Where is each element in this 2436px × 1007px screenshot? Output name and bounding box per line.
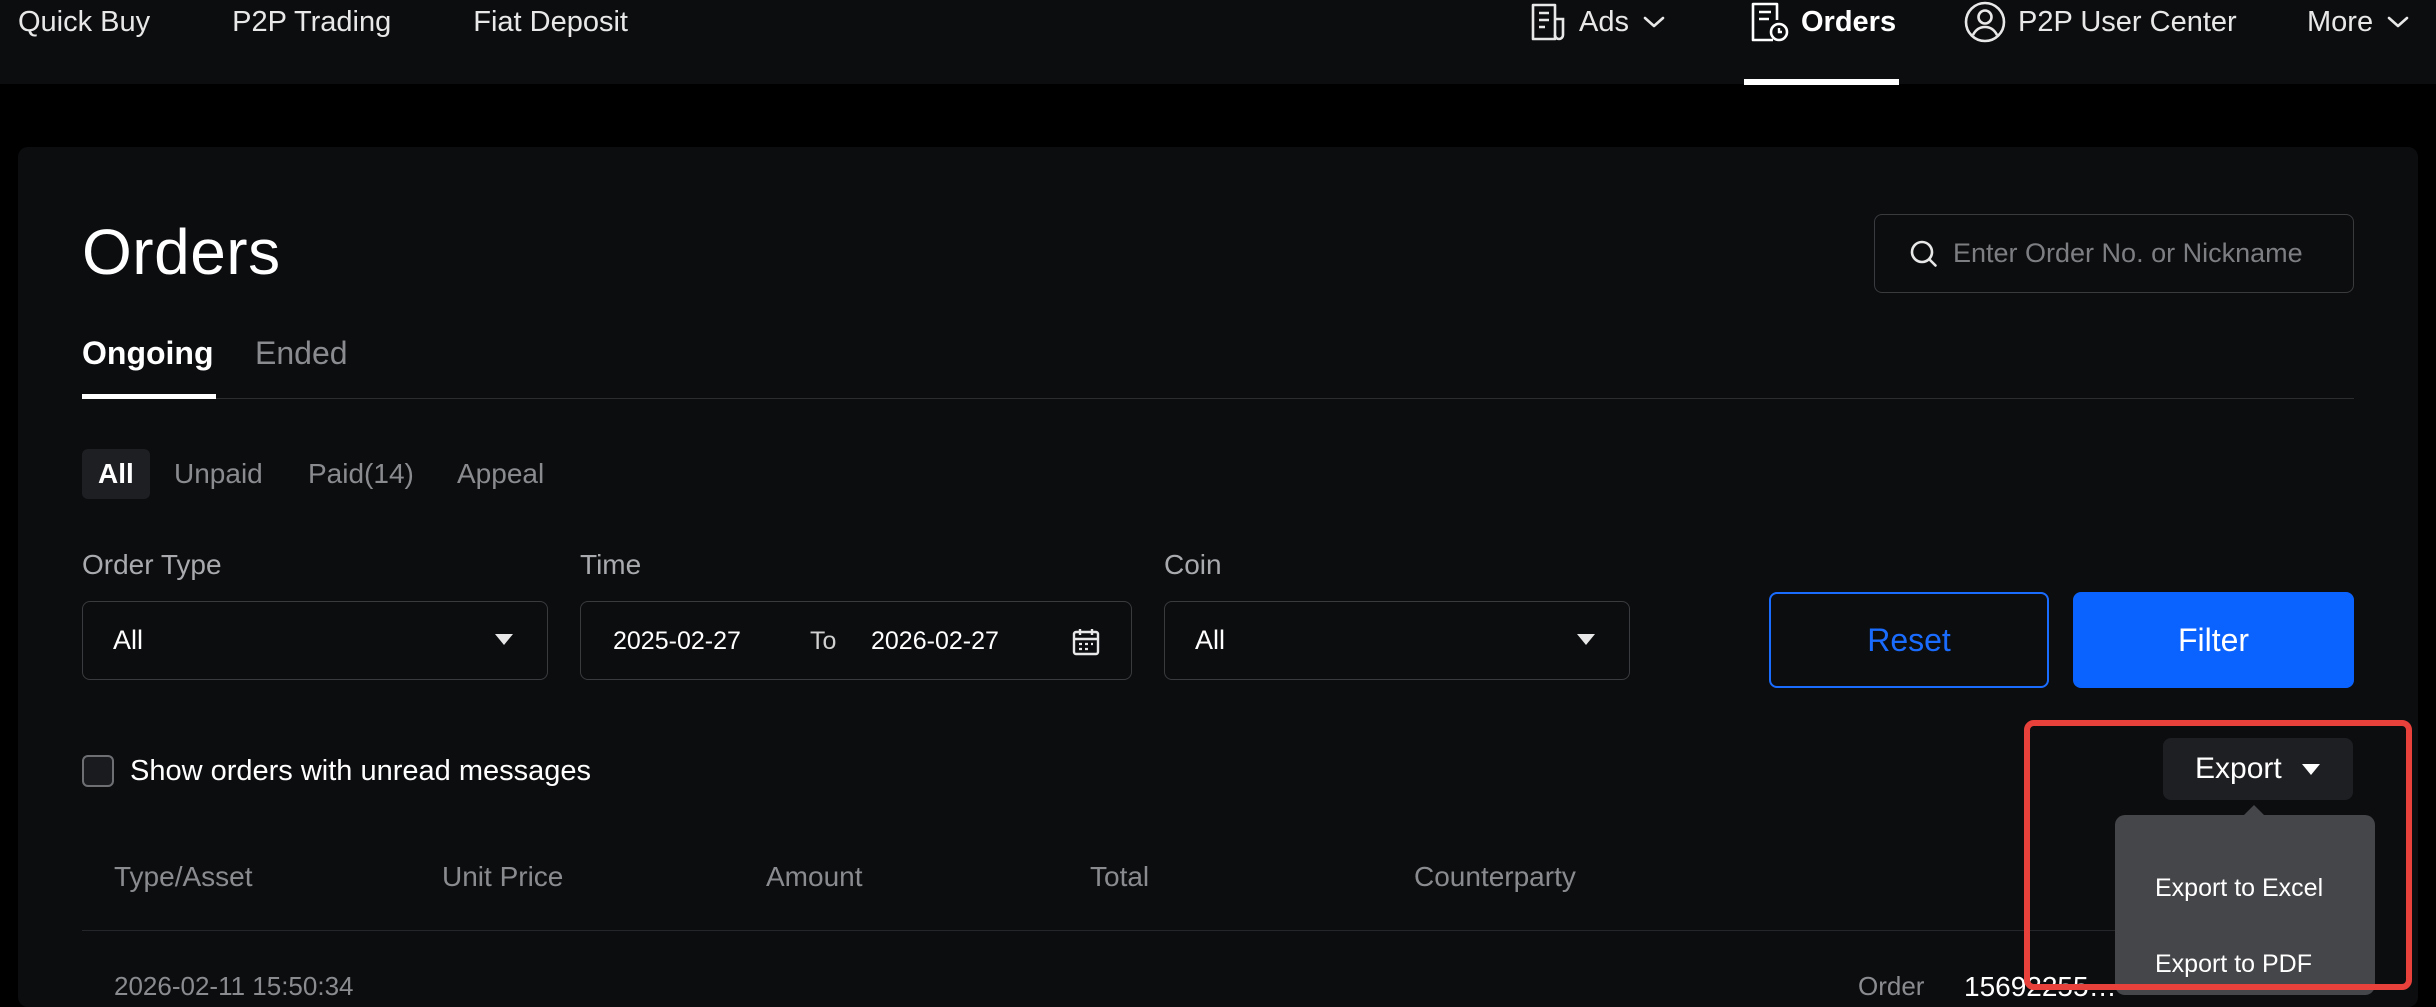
- nav-ads-label: Ads: [1579, 5, 1629, 38]
- unread-messages-label: Show orders with unread messages: [130, 754, 592, 787]
- order-type-label: Order Type: [82, 549, 222, 580]
- date-range-picker[interactable]: 2025-02-27 To 2026-02-27: [580, 601, 1132, 680]
- order-type-value: All: [113, 625, 144, 655]
- nav-quick-buy[interactable]: Quick Buy: [18, 6, 150, 39]
- column-unit-price: Unit Price: [442, 861, 564, 892]
- export-to-excel-option[interactable]: Export to Excel: [2155, 874, 2323, 903]
- subtab-paid[interactable]: Paid(14): [308, 449, 414, 499]
- column-counterparty: Counterparty: [1414, 861, 1576, 892]
- coin-value: All: [1195, 625, 1226, 655]
- order-datetime: 2026-02-11 15:50:34: [114, 971, 354, 1001]
- subtab-all[interactable]: All: [82, 449, 150, 499]
- subtab-unpaid[interactable]: Unpaid: [174, 449, 263, 499]
- nav-more-label: More: [2307, 5, 2374, 38]
- order-type-select[interactable]: All: [82, 601, 548, 680]
- search-box[interactable]: [1874, 214, 2354, 293]
- column-type-asset: Type/Asset: [114, 861, 253, 892]
- export-button[interactable]: Export: [2163, 738, 2353, 800]
- date-to[interactable]: 2026-02-27: [871, 602, 999, 681]
- nav-orders[interactable]: Orders: [1749, 0, 1896, 44]
- nav-more[interactable]: More: [2307, 0, 2409, 44]
- chevron-down-icon: [1643, 16, 1665, 28]
- date-from[interactable]: 2025-02-27: [613, 602, 741, 681]
- orders-card: Orders Ongoing Ended All Unpaid Paid(14)…: [18, 147, 2418, 1007]
- nav-fiat-deposit[interactable]: Fiat Deposit: [473, 6, 628, 39]
- nav-left-links: Quick Buy P2P Trading Fiat Deposit: [18, 0, 710, 44]
- subtab-appeal[interactable]: Appeal: [457, 449, 544, 499]
- filter-button[interactable]: Filter: [2073, 592, 2354, 688]
- export-label: Export: [2195, 752, 2282, 785]
- orders-table-header: Type/Asset Unit Price Amount Total Count…: [82, 861, 2354, 931]
- unread-messages-toggle[interactable]: Show orders with unread messages: [82, 751, 591, 791]
- export-dropdown-menu: Export to Excel Export to PDF: [2115, 805, 2375, 995]
- order-number[interactable]: 15692255…: [1964, 971, 2117, 1003]
- page-title: Orders: [82, 216, 281, 288]
- nav-user-center-label: P2P User Center: [2018, 5, 2237, 38]
- export-to-pdf-option[interactable]: Export to PDF: [2155, 950, 2312, 979]
- coin-select[interactable]: All: [1164, 601, 1630, 680]
- caret-down-icon: [2301, 763, 2320, 775]
- top-nav: Quick Buy P2P Trading Fiat Deposit Ads O…: [0, 0, 2436, 85]
- caret-down-icon: [1577, 634, 1595, 645]
- time-label: Time: [580, 549, 642, 580]
- caret-down-icon: [495, 634, 513, 645]
- tab-ended[interactable]: Ended: [255, 335, 348, 372]
- nav-ads[interactable]: Ads: [1529, 0, 1665, 44]
- nav-orders-label: Orders: [1801, 5, 1897, 38]
- order-history-icon: [1751, 2, 1789, 42]
- column-total: Total: [1090, 861, 1150, 892]
- coin-label: Coin: [1164, 549, 1222, 580]
- nav-p2p-trading[interactable]: P2P Trading: [232, 6, 391, 39]
- column-amount: Amount: [766, 861, 863, 892]
- search-icon: [1910, 240, 1937, 267]
- user-circle-icon: [1964, 1, 2006, 43]
- calendar-icon[interactable]: [1071, 627, 1101, 657]
- tab-ongoing[interactable]: Ongoing: [82, 335, 214, 372]
- unread-messages-checkbox[interactable]: [82, 755, 114, 787]
- chevron-down-icon: [2387, 16, 2409, 28]
- tab-active-indicator: [82, 394, 216, 399]
- reset-button[interactable]: Reset: [1769, 592, 2049, 688]
- nav-active-indicator: [1744, 79, 1899, 85]
- nav-user-center[interactable]: P2P User Center: [1964, 0, 2237, 44]
- document-icon: [1531, 3, 1565, 41]
- search-input[interactable]: [1953, 238, 2353, 269]
- date-to-label: To: [810, 627, 837, 655]
- status-tabs: Ongoing Ended: [82, 335, 2354, 399]
- order-no-label: Order: [1858, 971, 1925, 1001]
